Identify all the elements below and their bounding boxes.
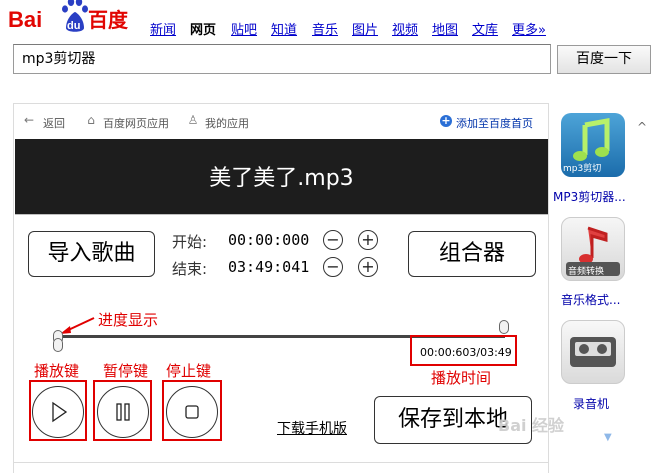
home-icon[interactable]: ⌂ (84, 113, 98, 127)
app-tile-recorder[interactable] (561, 320, 625, 384)
divider (15, 214, 548, 215)
search-button[interactable]: 百度一下 (557, 45, 651, 74)
app-tile-label: 音频转换 (568, 267, 605, 277)
play-time-readout: 00:00:603/03:49 (420, 346, 512, 359)
watermark: Bai 经验 (498, 416, 565, 435)
start-time: 00:00:000 (228, 231, 310, 249)
end-decrease-button[interactable]: − (323, 257, 343, 277)
search-input[interactable]: mp3剪切器 (13, 44, 551, 74)
right-rail-scrollbar[interactable]: ^ ▼ (604, 120, 651, 450)
progress-end-handle[interactable] (499, 320, 509, 334)
stop-button[interactable] (166, 386, 218, 438)
end-time: 03:49:041 (228, 258, 310, 276)
nav-zhidao[interactable]: 知道 (271, 19, 297, 38)
app-caption-recorder[interactable]: 录音机 (573, 395, 609, 412)
nav-images[interactable]: 图片 (352, 19, 378, 38)
my-apps-link[interactable]: 我的应用 (205, 115, 249, 131)
logo-text-du: du (67, 20, 80, 32)
play-icon (52, 401, 68, 423)
pause-icon (116, 403, 130, 421)
start-label: 开始: (172, 233, 208, 251)
logo-text-baidu: 百度 (88, 8, 129, 32)
end-increase-button[interactable]: + (358, 257, 378, 277)
pause-annotation: 暂停键 (103, 362, 149, 380)
import-song-button[interactable]: 导入歌曲 (28, 231, 155, 277)
play-button[interactable] (32, 386, 84, 438)
progress-annotation: 进度显示 (98, 311, 159, 329)
start-increase-button[interactable]: + (358, 230, 378, 250)
cassette-icon (570, 337, 616, 367)
nav-tieba[interactable]: 贴吧 (231, 19, 257, 38)
add-to-homepage-link[interactable]: 添加至百度首页 (456, 115, 533, 131)
app-caption-format-converter[interactable]: 音乐格式... (561, 291, 620, 308)
start-decrease-button[interactable]: − (323, 230, 343, 250)
chevron-up-icon[interactable]: ^ (637, 120, 647, 134)
chevron-down-icon[interactable]: ▼ (604, 432, 612, 443)
nav-news[interactable]: 新闻 (150, 19, 176, 38)
annotation-arrow-icon (60, 317, 95, 334)
end-label: 结束: (172, 260, 208, 278)
pause-button[interactable] (97, 386, 149, 438)
nav-music[interactable]: 音乐 (312, 19, 338, 38)
download-mobile-link[interactable]: 下载手机版 (277, 418, 347, 438)
nav-web[interactable]: 网页 (190, 19, 216, 38)
app-tile-label: mp3剪切 (563, 164, 602, 174)
app-caption-mp3-cutter[interactable]: MP3剪切器... (553, 188, 626, 205)
nav-map[interactable]: 地图 (432, 19, 458, 38)
web-apps-link[interactable]: 百度网页应用 (103, 115, 169, 131)
app-tile-format-converter[interactable]: 音频转换 (561, 217, 625, 281)
bottom-divider (13, 462, 549, 463)
stop-annotation: 停止键 (166, 362, 212, 380)
nav-more[interactable]: 更多» (512, 19, 546, 38)
progress-start-lower-handle[interactable] (53, 338, 63, 352)
play-time-annotation: 播放时间 (431, 369, 492, 387)
play-annotation: 播放键 (34, 362, 80, 380)
nav-video[interactable]: 视频 (392, 19, 418, 38)
mixer-button[interactable]: 组合器 (408, 231, 536, 277)
arrow-left-icon[interactable]: ← (22, 113, 36, 127)
plus-circle-icon[interactable]: + (440, 115, 452, 127)
baidu-logo[interactable]: Bai du 百度 (8, 0, 133, 40)
app-tile-mp3-cutter[interactable]: mp3剪切 (561, 113, 625, 177)
song-title: 美了美了.mp3 (209, 166, 354, 191)
stop-icon (185, 405, 199, 419)
back-link[interactable]: 返回 (43, 115, 65, 131)
nav-wenku[interactable]: 文库 (472, 19, 498, 38)
logo-text-bai: Bai (8, 7, 42, 32)
user-icon[interactable]: ♙ (186, 113, 200, 127)
